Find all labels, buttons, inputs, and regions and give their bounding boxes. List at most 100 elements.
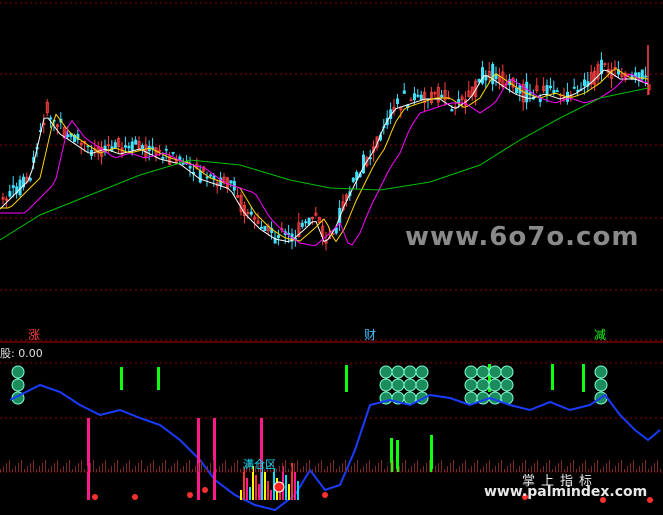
candle-body — [300, 222, 304, 227]
candle-body — [334, 227, 338, 234]
candle-body — [49, 117, 53, 120]
volume-bar — [216, 469, 217, 472]
ma-longest-line — [0, 87, 649, 241]
volume-bar — [429, 460, 430, 472]
volume-bar — [303, 466, 304, 472]
signal-icon — [500, 378, 514, 392]
volume-bar — [153, 460, 154, 472]
volume-bar — [405, 460, 406, 472]
candle-body — [127, 145, 131, 149]
volume-bar — [45, 460, 46, 472]
volume-bar — [33, 460, 34, 472]
volume-bar — [390, 463, 391, 472]
volume-bar — [327, 466, 328, 472]
signal-icon — [500, 365, 514, 379]
volume-bar — [393, 460, 394, 472]
volume-bar — [612, 469, 613, 472]
volume-bar — [150, 463, 151, 472]
candle-body — [287, 232, 291, 235]
volume-bar — [87, 418, 90, 500]
volume-bar — [480, 469, 481, 472]
volume-bar — [99, 466, 100, 472]
volume-bar — [294, 472, 296, 500]
volume-bar — [120, 469, 121, 472]
volume-bar — [231, 466, 232, 472]
volume-bar — [417, 460, 418, 472]
candle-body — [263, 225, 267, 232]
volume-bar — [156, 469, 157, 472]
candle-body — [450, 109, 454, 112]
volume-bar — [627, 466, 628, 472]
volume-bar — [330, 463, 331, 472]
volume-bar — [6, 463, 7, 472]
volume-bar — [504, 469, 505, 472]
volume-bar — [435, 466, 436, 472]
dot-marker — [132, 494, 138, 500]
volume-bar — [264, 472, 266, 500]
signal-icon — [403, 365, 417, 379]
volume-bar — [489, 460, 490, 472]
volume-bar — [624, 469, 625, 472]
candle-body — [124, 145, 128, 148]
volume-bar — [471, 466, 472, 472]
volume-bar — [354, 463, 355, 472]
volume-bar — [39, 466, 40, 472]
volume-bar — [186, 463, 187, 472]
volume-bar — [234, 463, 235, 472]
signal-icon — [11, 365, 25, 379]
volume-bar — [285, 460, 286, 472]
volume-bar — [93, 460, 94, 472]
candle-body — [525, 81, 529, 103]
volume-bar — [249, 487, 251, 500]
volume-bar — [219, 466, 220, 472]
candle-body — [113, 142, 117, 149]
candle-body — [549, 85, 553, 89]
marker-zhang: 涨 — [28, 328, 41, 342]
signal-bar — [582, 364, 585, 392]
volume-bar — [492, 469, 493, 472]
signal-icon — [488, 378, 502, 392]
dot-marker — [202, 487, 208, 493]
volume-bar — [342, 463, 343, 472]
volume-bar — [36, 469, 37, 472]
volume-bar — [87, 466, 88, 472]
volume-bar — [513, 460, 514, 472]
volume-bar — [600, 469, 601, 472]
volume-bar — [453, 460, 454, 472]
signal-bar — [345, 365, 348, 392]
volume-bar — [369, 460, 370, 472]
volume-bar — [495, 466, 496, 472]
candle-body — [419, 94, 423, 100]
volume-bar — [63, 466, 64, 472]
volume-bar — [189, 460, 190, 472]
candle-body — [307, 217, 311, 225]
volume-bar — [396, 469, 397, 472]
volume-bar — [363, 466, 364, 472]
volume-bar — [60, 469, 61, 472]
volume-bar — [603, 466, 604, 472]
volume-bar — [240, 469, 241, 472]
signal-bar — [551, 364, 554, 390]
volume-bar — [381, 460, 382, 472]
candle-body — [208, 174, 212, 177]
volume-bar — [396, 440, 399, 472]
candle-body — [477, 78, 481, 83]
volume-bar — [114, 463, 115, 472]
volume-bar — [318, 463, 319, 472]
volume-bar — [639, 466, 640, 472]
volume-bar — [426, 463, 427, 472]
volume-bar — [69, 460, 70, 472]
moving-averages — [0, 68, 649, 246]
volume-bar — [609, 460, 610, 472]
volume-bar — [174, 463, 175, 472]
candle-body — [66, 134, 70, 138]
candle-body — [171, 151, 175, 154]
volume-bar — [240, 490, 242, 500]
volume-bar — [645, 460, 646, 472]
ma-mid-line — [0, 68, 649, 243]
candle-body — [164, 148, 168, 151]
volume-bar — [444, 469, 445, 472]
volume-bar — [57, 460, 58, 472]
volume-bar — [285, 475, 287, 500]
volume-bar — [474, 463, 475, 472]
